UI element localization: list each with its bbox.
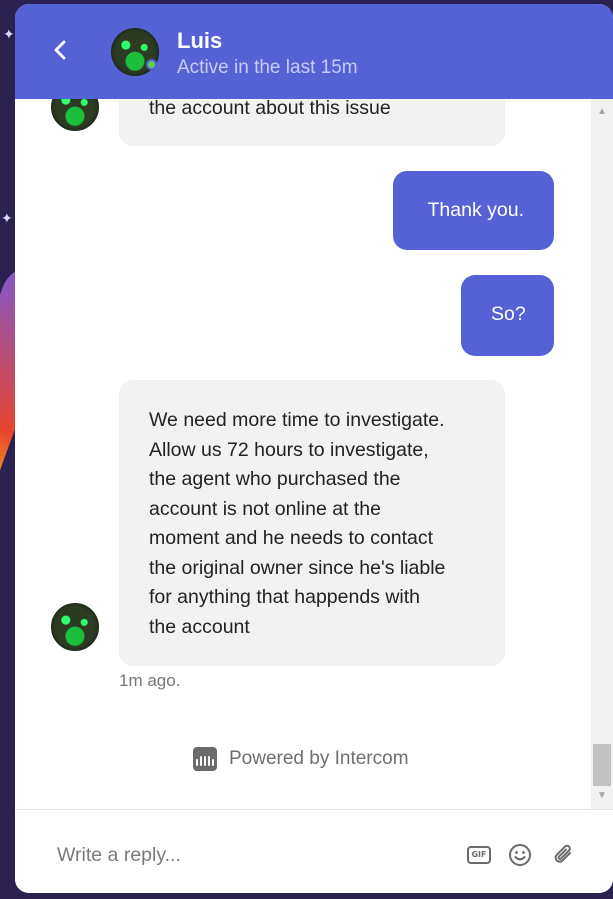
agent-status: Active in the last 15m (177, 57, 358, 78)
reply-input[interactable] (57, 838, 437, 872)
agent-message: the account about this issue (119, 99, 505, 146)
message-line: We need more time to investigate. (149, 409, 445, 431)
message-line: Allow us 72 hours to investigate, (149, 438, 429, 461)
message-timestamp: 1m ago. (119, 671, 181, 690)
message-line: account is not online at the (149, 497, 381, 520)
agent-name: Luis (177, 28, 223, 53)
star-decoration: ✦ (3, 26, 15, 42)
powered-by-intercom-link[interactable]: Powered by Intercom (193, 747, 409, 771)
message-line: the original owner since he's liable (149, 556, 446, 579)
message-list[interactable]: the account about this issue Thank you. … (15, 99, 591, 809)
emoji-icon (509, 844, 531, 866)
reply-composer: GIF (15, 809, 613, 893)
intercom-logo-icon (193, 747, 217, 771)
scroll-up-arrow-icon[interactable]: ▲ (591, 103, 613, 121)
attach-button[interactable] (550, 842, 576, 868)
powered-by-text: Powered by Intercom (229, 748, 409, 769)
online-status-dot (146, 59, 157, 70)
message-text: the account about this issue (149, 99, 391, 119)
chevron-left-icon (54, 40, 66, 60)
agent-avatar (51, 603, 99, 651)
conversation-header: Luis Active in the last 15m (15, 4, 613, 99)
scroll-down-arrow-icon[interactable]: ▼ (591, 787, 613, 805)
scrollbar-thumb[interactable] (593, 744, 611, 786)
message-line: the account (149, 615, 250, 638)
agent-avatar (51, 99, 99, 131)
gif-icon[interactable]: GIF (467, 846, 491, 864)
scrollbar[interactable]: ▲ ▼ (591, 99, 613, 809)
user-message: So? (461, 275, 554, 356)
emoji-button[interactable] (507, 842, 533, 868)
attachment-icon (554, 844, 571, 863)
star-decoration: ✦ (1, 210, 13, 226)
back-button[interactable] (47, 36, 75, 64)
agent-message: We need more time to investigate. Allow … (119, 380, 505, 666)
user-message: Thank you. (393, 171, 554, 250)
message-text: Thank you. (427, 199, 524, 221)
message-line: for anything that happends with (149, 586, 421, 608)
message-line: the agent who purchased the (149, 468, 401, 490)
message-line: moment and he needs to contact (149, 527, 434, 549)
message-text: So? (491, 303, 526, 325)
messenger-widget: Luis Active in the last 15m the account … (15, 4, 613, 893)
